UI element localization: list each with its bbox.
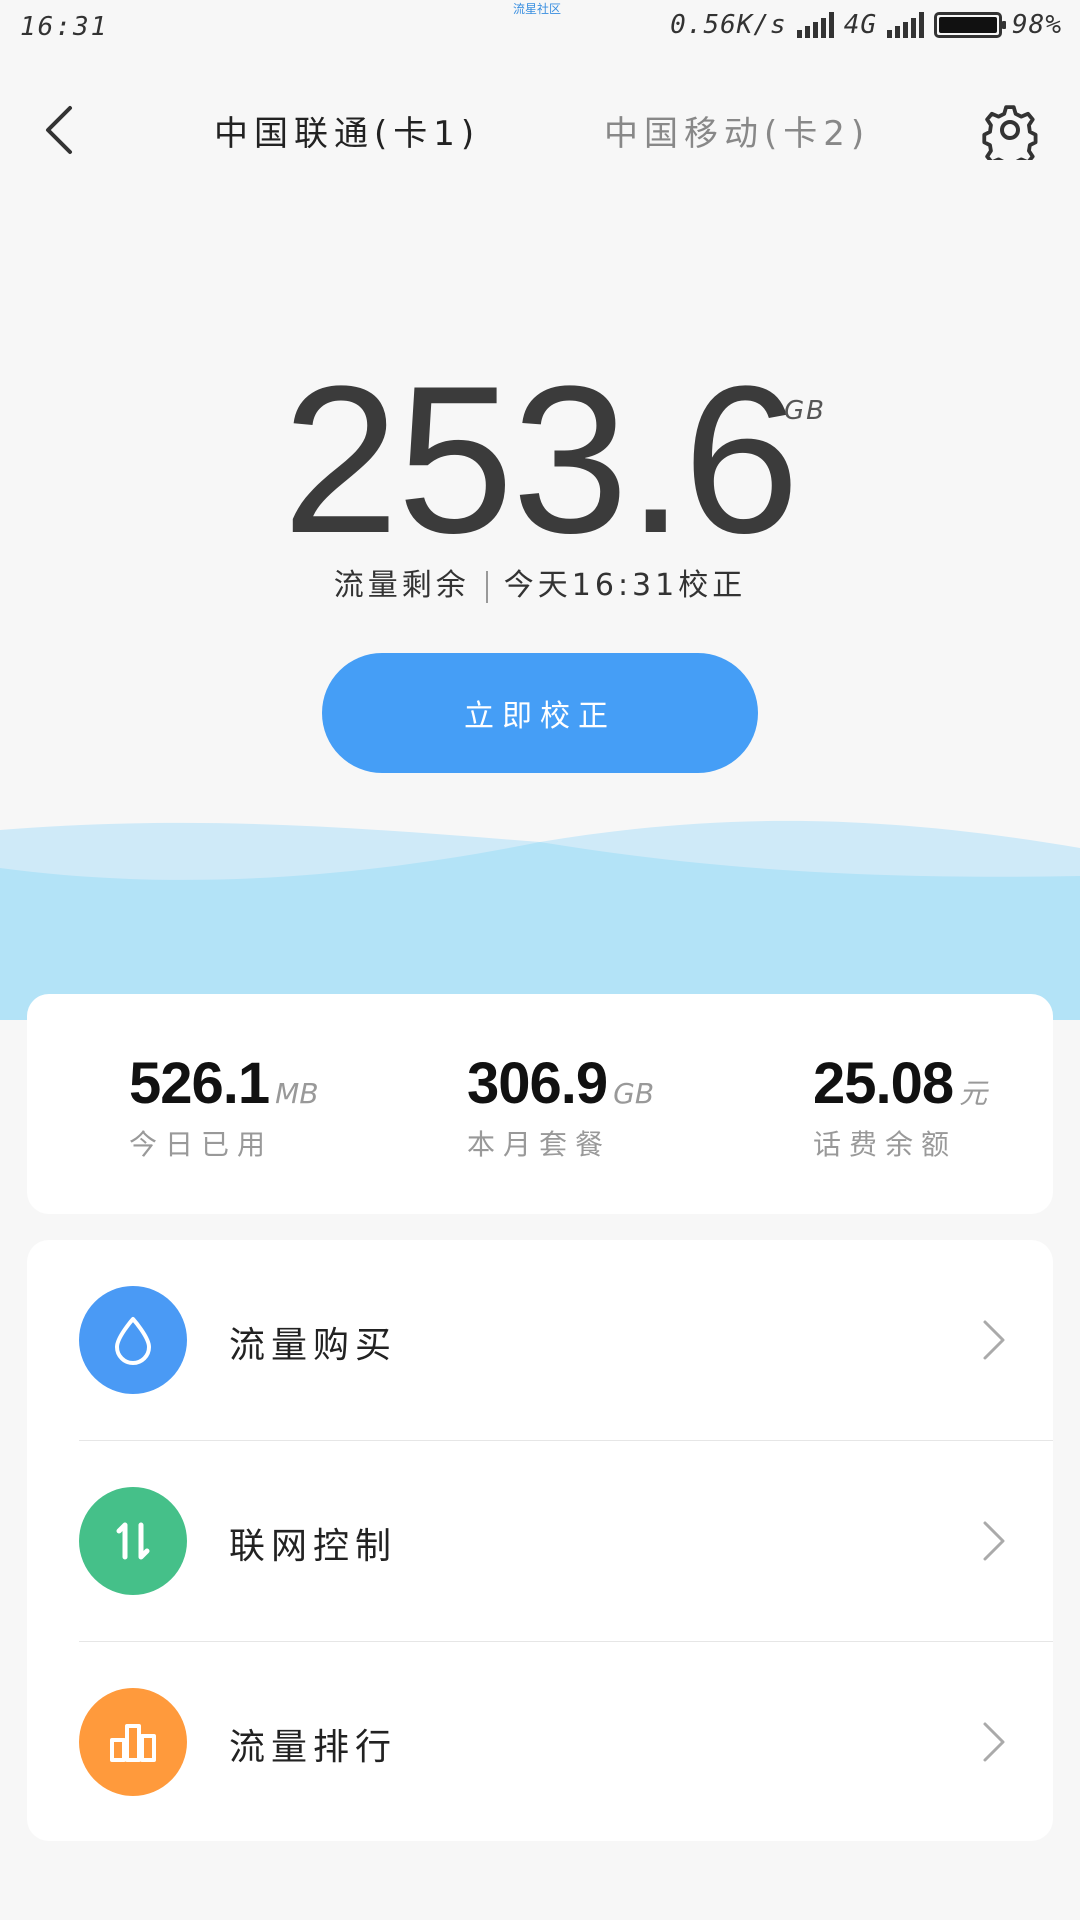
stat-value: 306.9 <box>467 1051 608 1116</box>
stat-value: 526.1 <box>129 1051 270 1116</box>
remaining-data-section: 253.6 GB 流量剩余 今天16:31校正 <box>0 342 1080 604</box>
stat-label: 本月套餐 <box>467 1128 612 1161</box>
status-right: 0.56K/s 4G 98% <box>670 10 1062 40</box>
stat-balance: 25.08 元 话费余额 <box>813 1050 987 1163</box>
stats-card: 526.1 MB 今日已用 306.9 GB 本月套餐 25.08 元 话费余额 <box>27 994 1053 1214</box>
stat-unit: 元 <box>959 1077 988 1110</box>
remaining-label: 流量剩余 <box>333 568 470 603</box>
battery-level: 98% <box>1012 10 1062 40</box>
remaining-subtitle: 流量剩余 今天16:31校正 <box>0 560 1080 604</box>
chevron-right-icon <box>983 1320 1005 1360</box>
tab-sim1[interactable]: 中国联通(卡1) <box>214 106 480 155</box>
chevron-right-icon <box>983 1521 1005 1561</box>
remaining-value: 253.6 <box>282 342 800 577</box>
menu-label: 流量购买 <box>229 1325 398 1366</box>
stat-unit: GB <box>613 1077 655 1110</box>
status-brand: 流星社区 <box>513 2 562 16</box>
calibrate-button[interactable]: 立即校正 <box>322 653 758 773</box>
chevron-right-icon <box>983 1722 1005 1762</box>
menu-item-data-ranking[interactable]: 流量排行 <box>27 1642 1053 1841</box>
wave-decoration <box>0 820 1080 1020</box>
status-bar: 16:31 流星社区 0.56K/s 4G 98% <box>0 0 1080 60</box>
menu-card: 流量购买 联网控制 流量排行 <box>27 1240 1053 1841</box>
settings-button[interactable] <box>980 100 1040 171</box>
remaining-unit: GB <box>784 396 826 426</box>
signal-icon <box>796 12 834 38</box>
water-drop-icon <box>79 1286 187 1394</box>
stat-monthly-plan: 306.9 GB 本月套餐 <box>467 1050 654 1163</box>
bar-chart-icon <box>79 1688 187 1796</box>
menu-label: 流量排行 <box>229 1727 398 1768</box>
divider <box>485 570 488 603</box>
menu-label: 联网控制 <box>229 1526 398 1567</box>
gear-icon <box>982 105 1038 171</box>
top-bar: 中国联通(卡1) 中国移动(卡2) <box>0 80 1080 180</box>
stat-label: 今日已用 <box>129 1128 274 1161</box>
up-down-arrows-icon <box>79 1487 187 1595</box>
stat-label: 话费余额 <box>813 1128 958 1161</box>
stat-today-used: 526.1 MB 今日已用 <box>129 1050 319 1163</box>
signal-icon-2 <box>887 12 925 38</box>
back-button[interactable] <box>36 100 96 160</box>
menu-item-network-control[interactable]: 联网控制 <box>27 1441 1053 1641</box>
stat-value: 25.08 <box>813 1051 954 1116</box>
calibrated-time: 今天16:31校正 <box>503 568 747 603</box>
tab-sim2[interactable]: 中国移动(卡2) <box>604 106 870 155</box>
status-time: 16:31 <box>20 12 109 42</box>
chevron-left-icon <box>46 106 72 154</box>
network-type: 4G <box>843 10 878 40</box>
battery-icon <box>934 12 1007 38</box>
stat-unit: MB <box>275 1077 319 1110</box>
menu-item-buy-data[interactable]: 流量购买 <box>27 1240 1053 1440</box>
net-speed: 0.56K/s <box>670 10 787 40</box>
